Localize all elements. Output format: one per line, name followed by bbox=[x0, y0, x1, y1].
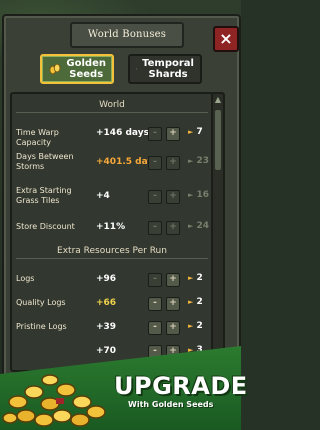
bonus-value: +4 bbox=[96, 191, 110, 201]
temporal-shards-icon bbox=[136, 68, 138, 70]
scroll-thumb[interactable] bbox=[215, 110, 221, 170]
increase-button[interactable]: + bbox=[166, 273, 180, 287]
golden-seed-pile-icon bbox=[2, 374, 106, 427]
increase-button[interactable]: + bbox=[166, 321, 180, 335]
banner-subtitle: With Golden Seeds bbox=[128, 400, 214, 409]
section-header-extra-resources: Extra Resources Per Run bbox=[16, 246, 208, 259]
close-button[interactable]: × bbox=[213, 26, 239, 52]
increase-button[interactable]: + bbox=[166, 156, 180, 170]
bonus-label: Pristine Logs bbox=[16, 322, 67, 331]
increase-button[interactable]: + bbox=[166, 297, 180, 311]
level-indicator: ► 2 bbox=[188, 321, 203, 331]
bonus-row-time-warp: Time Warp Capacity +146 days - + ► 7 bbox=[16, 124, 210, 147]
level-indicator: ► 24 bbox=[188, 221, 210, 231]
bonus-label: Extra Starting Grass Tiles bbox=[16, 186, 72, 205]
tab-golden-seeds[interactable]: Golden Seeds bbox=[40, 54, 114, 84]
increase-button[interactable]: + bbox=[166, 190, 180, 204]
section-header-world: World bbox=[16, 100, 208, 113]
bonus-value: +39 bbox=[96, 322, 117, 332]
bonus-row-quality-logs: Quality Logs +66 - + ► 2 bbox=[16, 294, 210, 314]
bonus-label: Time Warp Capacity bbox=[16, 128, 59, 147]
bonus-value: +401.5 days bbox=[96, 157, 159, 167]
bonus-value: +11% bbox=[96, 222, 126, 232]
bonus-value: +96 bbox=[96, 274, 117, 284]
tab-label: Golden Seeds bbox=[66, 58, 106, 80]
bonus-label: Store Discount bbox=[16, 222, 75, 231]
bonus-row-pristine-logs: Pristine Logs +39 - + ► 2 bbox=[16, 318, 210, 338]
decrease-button[interactable]: - bbox=[148, 127, 162, 141]
golden-seeds-icon bbox=[49, 63, 61, 75]
bonus-label: Quality Logs bbox=[16, 298, 66, 307]
increase-button[interactable]: + bbox=[166, 127, 180, 141]
level-indicator: ► 2 bbox=[188, 273, 203, 283]
decrease-button[interactable]: - bbox=[148, 221, 162, 235]
decrease-button[interactable]: - bbox=[148, 297, 162, 311]
tab-temporal-shards[interactable]: Temporal Shards bbox=[128, 54, 202, 84]
scroll-up-icon[interactable]: ▲ bbox=[214, 96, 222, 104]
bonus-label: Days Between Storms bbox=[16, 152, 74, 171]
bonus-value: +146 days bbox=[96, 128, 149, 138]
bonus-row-extra-grass-tiles: Extra Starting Grass Tiles +4 - + ► 16 bbox=[16, 186, 210, 206]
level-indicator: ► 23 bbox=[188, 156, 210, 166]
bonus-row-days-between-storms: Days Between Storms +401.5 days - + ► 23 bbox=[16, 152, 210, 172]
decrease-button[interactable]: - bbox=[148, 156, 162, 170]
bonus-value: +66 bbox=[96, 298, 117, 308]
bonus-label: Logs bbox=[16, 274, 35, 283]
scrollbar[interactable]: ▲ ▼ bbox=[211, 92, 225, 368]
level-indicator: ► 2 bbox=[188, 297, 203, 307]
decrease-button[interactable]: - bbox=[148, 321, 162, 335]
panel-title: World Bonuses bbox=[70, 22, 184, 48]
bonus-list[interactable]: World Time Warp Capacity +146 days - + ►… bbox=[10, 92, 214, 372]
decrease-button[interactable]: - bbox=[148, 190, 162, 204]
bonus-row-store-discount: Store Discount +11% - + ► 24 bbox=[16, 218, 210, 238]
banner-title: UPGRADE bbox=[114, 372, 248, 400]
tab-label: Temporal Shards bbox=[142, 58, 194, 80]
level-indicator: ► 16 bbox=[188, 190, 210, 200]
level-indicator: ► 7 bbox=[188, 127, 203, 137]
close-icon: × bbox=[219, 29, 233, 48]
bonus-row-logs: Logs +96 - + ► 2 bbox=[16, 270, 210, 290]
decrease-button[interactable]: - bbox=[148, 273, 162, 287]
increase-button[interactable]: + bbox=[166, 221, 180, 235]
